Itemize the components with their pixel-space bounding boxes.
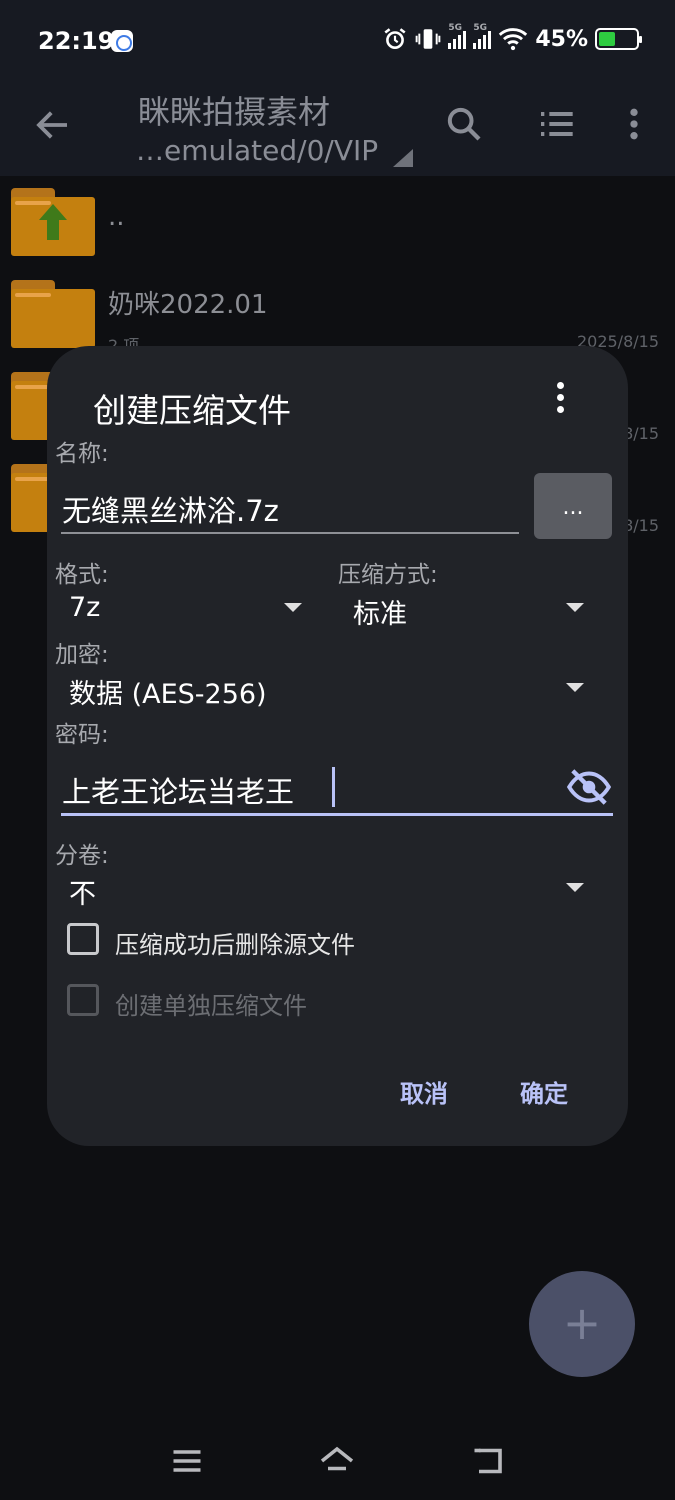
wifi-icon bbox=[499, 28, 528, 51]
dialog-title: 创建压缩文件 bbox=[93, 391, 291, 430]
method-dropdown-icon[interactable] bbox=[566, 603, 584, 612]
alarm-icon bbox=[384, 28, 406, 49]
dialog-more-icon[interactable] bbox=[550, 382, 570, 418]
cancel-button[interactable]: 取消 bbox=[400, 1074, 448, 1109]
menu-nav-icon[interactable] bbox=[169, 1443, 205, 1479]
separate-archive-checkbox[interactable] bbox=[67, 984, 99, 1016]
split-select[interactable]: 不 bbox=[69, 872, 96, 911]
name-input-underline bbox=[61, 532, 519, 534]
format-dropdown-icon[interactable] bbox=[284, 603, 302, 612]
list-item-date: 8/15 bbox=[623, 516, 659, 535]
list-item-date: 8/15 bbox=[623, 424, 659, 443]
ok-button[interactable]: 确定 bbox=[520, 1074, 568, 1109]
password-input-underline bbox=[61, 813, 613, 816]
split-label: 分卷: bbox=[55, 843, 109, 869]
back-nav-icon[interactable] bbox=[470, 1443, 506, 1479]
split-dropdown-icon[interactable] bbox=[566, 883, 584, 892]
delete-source-checkbox[interactable] bbox=[67, 923, 99, 955]
browse-button[interactable]: ... bbox=[534, 473, 612, 539]
more-vert-icon[interactable] bbox=[614, 104, 654, 144]
path-dropdown-icon[interactable] bbox=[393, 149, 413, 167]
folder-title: 眯眯拍摄素材 bbox=[138, 93, 331, 131]
battery-icon bbox=[595, 28, 642, 50]
name-input[interactable]: 无缝黑丝淋浴.7z bbox=[62, 488, 279, 530]
folder-icon bbox=[11, 280, 95, 348]
list-item-parent[interactable]: .. bbox=[0, 186, 675, 278]
signal-icon: 5G bbox=[473, 23, 492, 49]
encryption-dropdown-icon[interactable] bbox=[566, 683, 584, 692]
text-cursor bbox=[332, 767, 335, 807]
add-fab-button[interactable]: + bbox=[529, 1271, 635, 1377]
home-nav-icon[interactable] bbox=[319, 1443, 355, 1479]
folder-up-icon bbox=[11, 188, 95, 256]
status-bar: 22:19 5G 5G 45% bbox=[0, 0, 675, 82]
signal-icon: 5G bbox=[448, 23, 467, 49]
list-view-icon[interactable] bbox=[536, 104, 576, 144]
format-label: 格式: bbox=[55, 562, 109, 588]
battery-percent: 45% bbox=[535, 26, 588, 52]
status-icons: 5G 5G 45% bbox=[382, 23, 642, 52]
delete-source-label[interactable]: 压缩成功后删除源文件 bbox=[115, 925, 355, 960]
search-icon[interactable] bbox=[444, 104, 484, 144]
method-label: 压缩方式: bbox=[338, 562, 438, 588]
app-badge-icon bbox=[111, 30, 133, 52]
list-item-name: .. bbox=[108, 202, 125, 232]
encryption-label: 加密: bbox=[55, 642, 109, 668]
app-bar: 眯眯拍摄素材 …emulated/0/VIP bbox=[0, 82, 675, 176]
method-select[interactable]: 标准 bbox=[353, 592, 407, 631]
visibility-off-icon[interactable] bbox=[567, 769, 611, 805]
password-label: 密码: bbox=[55, 722, 109, 748]
encryption-select[interactable]: 数据 (AES-256) bbox=[69, 672, 267, 711]
create-archive-dialog: 创建压缩文件 名称: 无缝黑丝淋浴.7z ... 格式: 7z 压缩方式: 标准… bbox=[47, 346, 628, 1146]
status-time: 22:19 bbox=[38, 27, 115, 55]
list-item-name: 奶咪2022.01 bbox=[108, 290, 268, 320]
name-label: 名称: bbox=[55, 441, 109, 467]
password-input[interactable]: 上老王论坛当老王 bbox=[62, 769, 294, 811]
vibrate-icon bbox=[415, 29, 441, 49]
separate-archive-label[interactable]: 创建单独压缩文件 bbox=[115, 986, 307, 1021]
back-arrow-icon[interactable] bbox=[32, 104, 74, 146]
folder-path[interactable]: …emulated/0/VIP bbox=[136, 134, 378, 167]
format-select[interactable]: 7z bbox=[69, 592, 100, 623]
